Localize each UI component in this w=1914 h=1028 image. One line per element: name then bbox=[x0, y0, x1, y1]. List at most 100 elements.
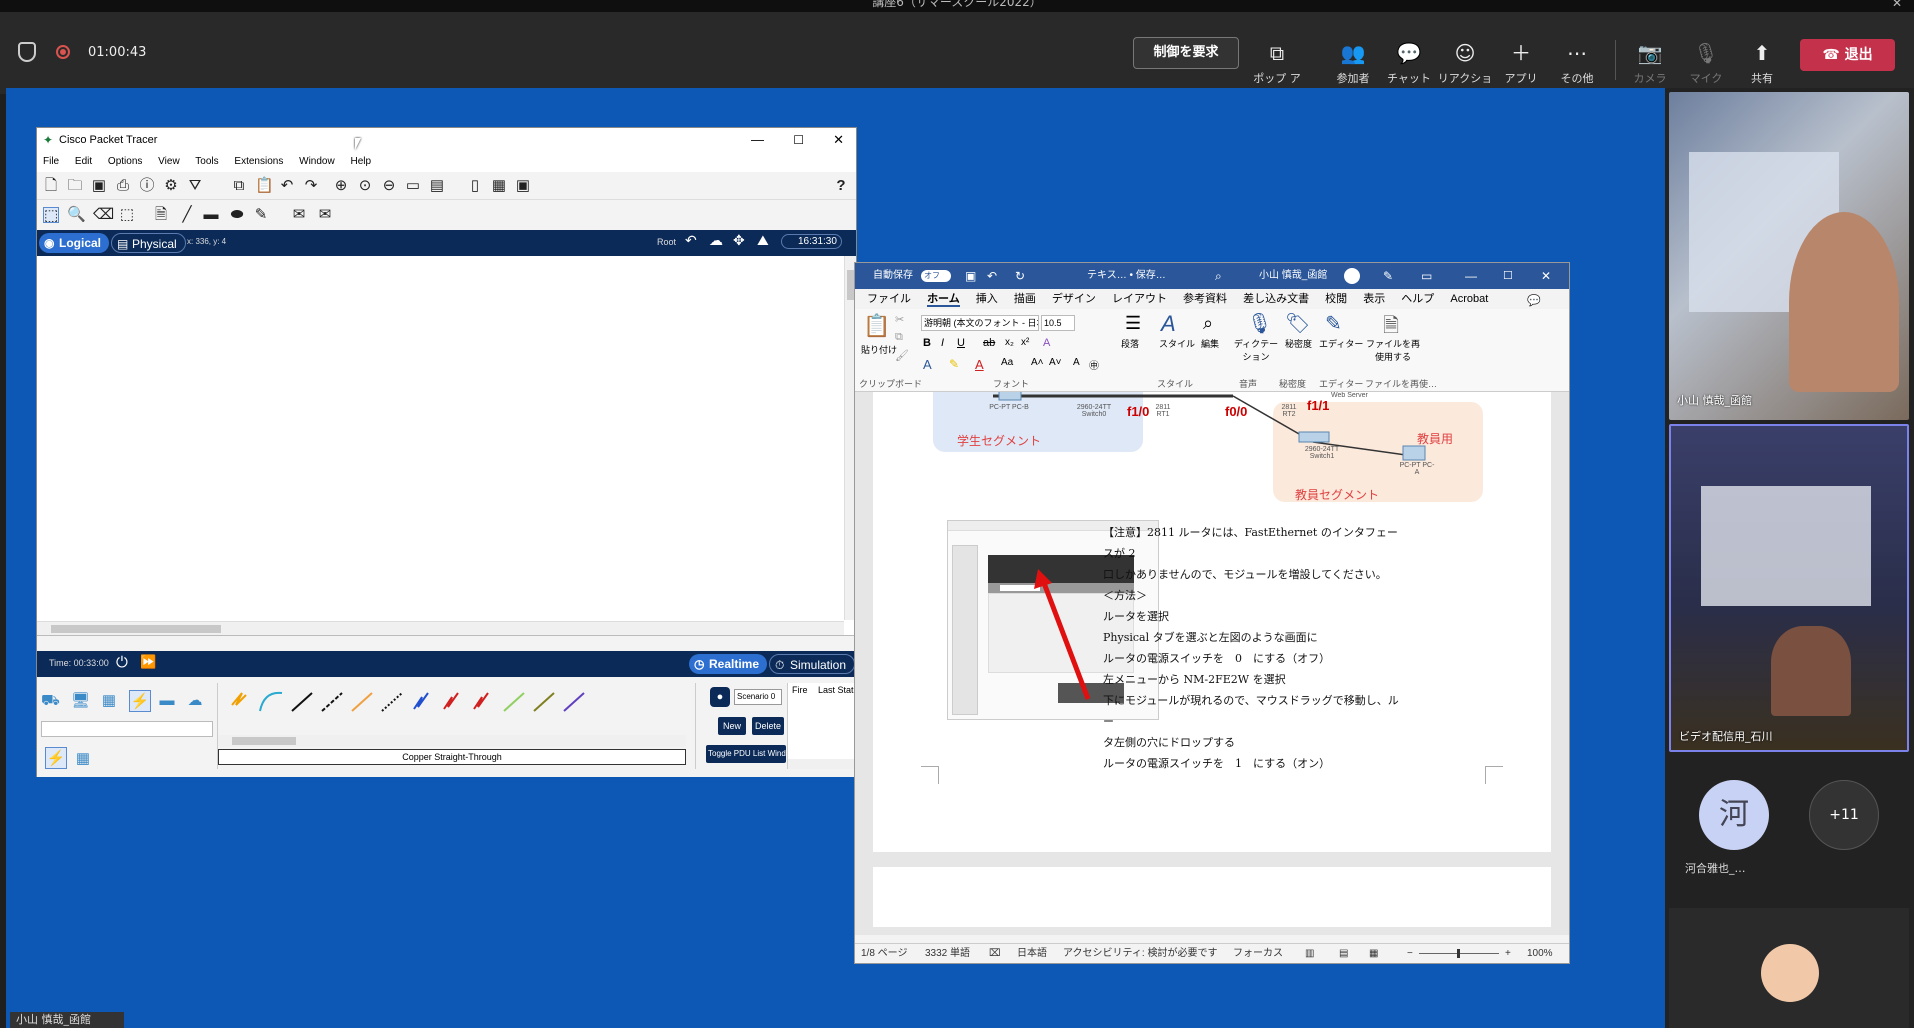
inspect-icon[interactable]: 🔍 bbox=[67, 207, 86, 223]
participants-button[interactable]: 👥 参加者 bbox=[1325, 42, 1381, 86]
save-icon[interactable]: ▣ bbox=[91, 178, 107, 194]
subscript-icon[interactable]: x₂ bbox=[1005, 337, 1014, 348]
web-layout-icon[interactable]: ▦ bbox=[1369, 944, 1378, 964]
document-name[interactable]: テキス… • 保存… bbox=[1087, 263, 1166, 289]
connections-icon[interactable]: ⚡ bbox=[129, 690, 151, 712]
participant-avatar[interactable]: 河 bbox=[1699, 780, 1769, 850]
italic-icon[interactable]: I bbox=[941, 337, 944, 349]
more-participants-button[interactable]: +11 bbox=[1809, 780, 1879, 850]
zoom-in-icon[interactable]: ⊕ bbox=[333, 178, 349, 194]
read-mode-icon[interactable]: ▥ bbox=[1305, 944, 1314, 964]
power-cycle-icon[interactable]: ⏻ bbox=[116, 654, 128, 671]
new-file-icon[interactable]: 🗋 bbox=[43, 178, 59, 194]
redo-icon[interactable]: ↻ bbox=[1015, 263, 1025, 289]
menu-extensions[interactable]: Extensions bbox=[234, 156, 283, 167]
editor-icon[interactable]: ✎ bbox=[1325, 311, 1342, 336]
tab-review[interactable]: 校閲 bbox=[1325, 293, 1347, 305]
note-icon[interactable]: 🗎 bbox=[153, 207, 169, 223]
styles-button[interactable]: スタイル bbox=[1159, 337, 1195, 350]
packet-tracer-window[interactable]: ✦ Cisco Packet Tracer — ☐ ✕ File Edit Op… bbox=[36, 127, 863, 777]
paragraph-button[interactable]: 段落 bbox=[1121, 337, 1139, 350]
info-icon[interactable]: ⓘ bbox=[139, 178, 155, 194]
menu-edit[interactable]: Edit bbox=[75, 156, 92, 167]
sensitivity-icon[interactable]: 🏷 bbox=[1285, 311, 1310, 336]
menu-window[interactable]: Window bbox=[299, 156, 335, 167]
menu-file[interactable]: File bbox=[43, 156, 59, 167]
copy-icon[interactable]: ⧉ bbox=[231, 178, 247, 194]
cloud-icon[interactable]: ☁ bbox=[709, 232, 723, 249]
pen-icon[interactable]: ✎ bbox=[1383, 263, 1393, 289]
tab-home[interactable]: ホーム bbox=[927, 293, 960, 307]
menu-tools[interactable]: Tools bbox=[195, 156, 218, 167]
delete-icon[interactable]: ⌫ bbox=[93, 207, 114, 223]
delete-scenario-button[interactable]: Delete bbox=[752, 717, 784, 735]
text-effects-icon[interactable]: A bbox=[923, 357, 932, 372]
minimize-icon[interactable]: — bbox=[1465, 263, 1477, 289]
close-icon[interactable]: ✕ bbox=[1541, 263, 1551, 289]
drawing-palette-icon[interactable]: ▭ bbox=[405, 178, 421, 194]
undo-icon[interactable]: ↶ bbox=[279, 178, 295, 194]
grow-font-icon[interactable]: A˄ bbox=[1031, 357, 1044, 368]
new-scenario-button[interactable]: New bbox=[718, 717, 746, 735]
font-color-icon[interactable]: A bbox=[975, 357, 984, 372]
select-icon[interactable]: ⬚ bbox=[43, 207, 59, 224]
logical-workspace[interactable] bbox=[37, 256, 856, 636]
format-painter-icon[interactable]: 🖌 bbox=[895, 349, 909, 362]
more-button[interactable]: ⋯ その他 bbox=[1549, 42, 1605, 86]
sensitivity-button[interactable]: 秘密度 bbox=[1285, 337, 1312, 350]
superscript-icon[interactable]: x² bbox=[1021, 337, 1029, 348]
realtime-tab[interactable]: ◷ Realtime bbox=[689, 654, 768, 674]
logical-tab[interactable]: ◉ Logical bbox=[39, 233, 110, 253]
tab-design[interactable]: デザイン bbox=[1052, 293, 1096, 305]
end-devices-icon[interactable]: 🖥 bbox=[71, 693, 90, 709]
scenario-select[interactable]: Scenario 0 bbox=[734, 689, 782, 705]
menu-help[interactable]: Help bbox=[350, 156, 371, 167]
cut-icon[interactable]: ✂ bbox=[895, 313, 904, 326]
enclose-characters-icon[interactable]: ㊥ bbox=[1089, 357, 1099, 372]
editing-icon[interactable]: ⌕ bbox=[1203, 313, 1213, 334]
search-icon[interactable]: ⌕ bbox=[1215, 263, 1222, 289]
activity-wizard-icon[interactable]: ⛛ bbox=[187, 178, 203, 194]
help-icon[interactable]: ? bbox=[833, 178, 849, 194]
share-button[interactable]: ⬆ 共有 bbox=[1734, 42, 1790, 86]
pdu-scrollbar[interactable] bbox=[788, 759, 858, 769]
tab-acrobat[interactable]: Acrobat bbox=[1450, 293, 1488, 305]
background-icon[interactable]: ⛰ bbox=[757, 232, 769, 249]
maximize-icon[interactable]: ☐ bbox=[1503, 263, 1513, 289]
focus-button[interactable]: フォーカス bbox=[1233, 944, 1283, 964]
tab-draw[interactable]: 描画 bbox=[1014, 293, 1036, 305]
add-complex-pdu-icon[interactable]: ✉ bbox=[317, 207, 333, 223]
editor-button[interactable]: エディター bbox=[1319, 337, 1363, 350]
zoom-out-icon[interactable]: − bbox=[1407, 944, 1413, 964]
close-icon[interactable]: ✕ bbox=[833, 128, 844, 152]
underline-icon[interactable]: U bbox=[957, 337, 965, 349]
user-avatar-icon[interactable] bbox=[1344, 268, 1360, 284]
self-view-tile[interactable] bbox=[1669, 908, 1909, 1028]
save-icon[interactable]: ▣ bbox=[965, 263, 976, 289]
tab-mailings[interactable]: 差し込み文書 bbox=[1243, 293, 1309, 305]
add-pdu-icon[interactable]: ✉ bbox=[291, 207, 307, 223]
font-name-select[interactable]: 游明朝 (本文のフォント - 日本 bbox=[921, 315, 1039, 331]
fast-forward-icon[interactable]: ⏩ bbox=[140, 654, 156, 670]
back-icon[interactable]: ↶ bbox=[685, 232, 697, 249]
video-tile-2[interactable]: ビデオ配信用_石川 bbox=[1669, 424, 1909, 752]
document-area[interactable]: PC-PT PC-B 2960-24TT Switch0 2811 RT1 28… bbox=[855, 392, 1569, 935]
camera-button[interactable]: 📷 カメラ bbox=[1622, 42, 1678, 86]
request-control-button[interactable]: 制御を要求 bbox=[1133, 37, 1239, 69]
tab-help[interactable]: ヘルプ bbox=[1401, 293, 1434, 305]
freeform-icon[interactable]: ✎ bbox=[253, 207, 269, 223]
ellipse-icon[interactable]: ⬬ bbox=[229, 207, 245, 223]
open-folder-icon[interactable]: 🗀 bbox=[67, 178, 83, 194]
zoom-reset-icon[interactable]: ⊙ bbox=[357, 178, 373, 194]
toggle-pdu-list-button[interactable]: Toggle PDU List Window bbox=[706, 745, 786, 763]
misc-icon[interactable]: ▬ bbox=[159, 693, 175, 709]
dictate-icon[interactable]: 🎙 bbox=[1247, 311, 1272, 336]
rectangle-icon[interactable]: ▬ bbox=[203, 207, 219, 223]
paste-icon[interactable]: 📋 bbox=[255, 178, 274, 194]
paste-icon[interactable]: 📋 bbox=[863, 313, 890, 339]
reuse-files-button[interactable]: ファイルを再使用する bbox=[1363, 337, 1423, 363]
horizontal-scrollbar[interactable] bbox=[37, 621, 844, 635]
maximize-icon[interactable]: ☐ bbox=[793, 128, 804, 152]
network-devices-icon[interactable]: ⛟ bbox=[41, 693, 60, 709]
bold-icon[interactable]: B bbox=[923, 337, 931, 349]
